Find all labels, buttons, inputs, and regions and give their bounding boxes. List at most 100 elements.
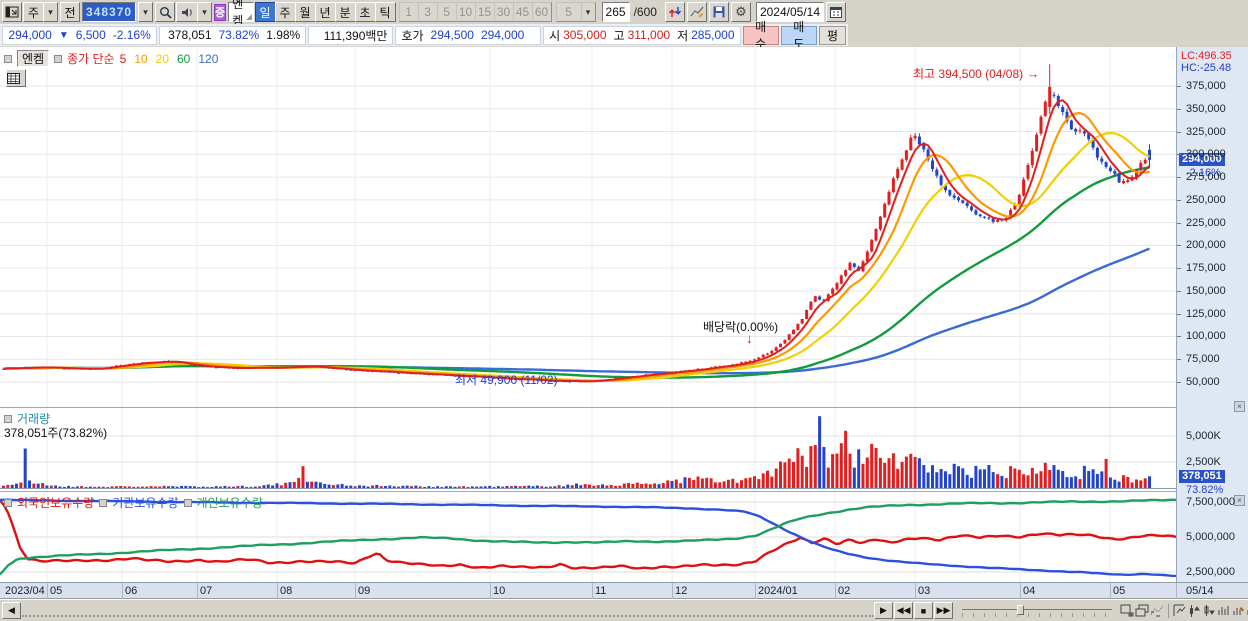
period-tabs: 일주월년분초틱	[254, 2, 396, 22]
minute-button-60[interactable]: 60	[531, 2, 552, 22]
price-axis-label: 375,000	[1186, 80, 1226, 92]
speaker-icon[interactable]	[176, 2, 199, 22]
replay-speed-slider[interactable]	[962, 603, 1112, 619]
settings-gear-icon[interactable]: ⚙	[730, 2, 751, 22]
axis-tick	[1177, 154, 1181, 156]
x-axis-tick	[277, 583, 278, 600]
data-table-icon[interactable]	[6, 69, 26, 87]
candle-down-icon[interactable]	[1202, 602, 1216, 619]
chart-scrollbar[interactable]	[22, 605, 874, 617]
price-change-pct: -2.16%	[112, 28, 151, 42]
ma-legend-60: 60	[177, 51, 191, 66]
x-axis-label: 02	[838, 585, 851, 597]
annotate-bars-icon[interactable]	[1232, 602, 1246, 619]
crosshair-icon[interactable]	[1172, 602, 1186, 619]
x-axis-label: 11	[595, 585, 607, 597]
period-tab-일[interactable]: 일	[254, 2, 276, 22]
legend-stock-name[interactable]: 엔켐	[17, 50, 50, 67]
play-icon[interactable]: ▶	[874, 602, 893, 619]
volume-badge-pct: 73.82%	[1186, 484, 1224, 496]
low-label: 저	[677, 28, 689, 43]
stock-type-button[interactable]: 주	[23, 2, 44, 22]
holdings-legend-label: 기관보유수량	[112, 496, 179, 510]
updown-arrows-icon[interactable]	[664, 2, 685, 22]
stop-icon[interactable]: ■	[914, 602, 933, 619]
axis-tick	[1177, 108, 1181, 110]
volume-pane[interactable]	[0, 408, 1176, 492]
open-label: 시	[549, 28, 561, 43]
period-tab-초[interactable]: 초	[354, 2, 376, 22]
x-axis-tick	[1020, 583, 1021, 600]
x-axis-label: 03	[918, 585, 931, 597]
axis-tick	[1177, 290, 1181, 292]
x-axis-label: 08	[280, 585, 293, 597]
price-axis-label: 250,000	[1186, 193, 1226, 206]
legend-toggle-icon[interactable]	[4, 54, 12, 63]
period-tab-분[interactable]: 분	[334, 2, 356, 22]
minute-button-10[interactable]: 10	[455, 2, 476, 22]
close-pane-icon[interactable]: ×	[1234, 401, 1245, 412]
close-pane-icon[interactable]: ×	[1234, 495, 1245, 506]
period-tab-주[interactable]: 주	[274, 2, 296, 22]
right-arrow-icon: →	[560, 372, 574, 387]
holdings-axis-label: 2,500,000	[1186, 566, 1235, 578]
code-dropdown-icon[interactable]: ▾	[138, 2, 154, 22]
chart-window-icon[interactable]	[2, 2, 22, 22]
ohlc-segment: 시 305,000 고 311,000 저 285,000	[543, 25, 741, 45]
scroll-left-icon[interactable]: ◀	[2, 602, 21, 619]
minute-button-30[interactable]: 30	[493, 2, 514, 22]
ma-legend-20: 20	[155, 51, 169, 66]
prev-stock-button[interactable]: 전	[60, 2, 80, 22]
ma-legend-5: 5	[119, 51, 127, 66]
minute-select[interactable]: 5	[555, 2, 582, 22]
save-icon[interactable]	[708, 2, 729, 22]
period-tab-틱[interactable]: 틱	[374, 2, 396, 22]
period-tab-월[interactable]: 월	[294, 2, 316, 22]
legend-toggle-icon[interactable]	[99, 498, 108, 507]
speaker-dropdown-icon[interactable]: ▾	[197, 2, 213, 22]
minute-button-45[interactable]: 45	[512, 2, 533, 22]
minute-button-3[interactable]: 3	[417, 2, 438, 22]
legend-toggle-icon[interactable]	[4, 414, 12, 423]
price-pane[interactable]	[0, 47, 1176, 408]
trendline-icon[interactable]	[686, 2, 707, 22]
candle-up-icon[interactable]	[1187, 602, 1201, 619]
search-icon[interactable]	[155, 2, 176, 22]
new-window-icon[interactable]	[1120, 602, 1134, 619]
legend-toggle-icon[interactable]	[4, 498, 12, 507]
rewind-icon[interactable]: ◀◀	[894, 602, 913, 619]
calendar-icon[interactable]	[826, 2, 846, 22]
legend-toggle-icon[interactable]	[54, 54, 63, 63]
overlay-chart-icon[interactable]	[1150, 602, 1164, 619]
period-tab-년[interactable]: 년	[314, 2, 336, 22]
x-axis-tick	[755, 583, 756, 600]
hoga-label: 호가	[401, 28, 424, 43]
minute-button-1[interactable]: 1	[398, 2, 419, 22]
bar-count-input[interactable]: 265	[601, 2, 630, 22]
compress-bars-icon[interactable]	[1217, 602, 1231, 619]
avg-button[interactable]: 평	[818, 25, 846, 45]
ma-legend-10: 10	[134, 51, 148, 66]
price-axis-label: 300,000	[1186, 148, 1226, 161]
bid-price: 294,000	[480, 28, 525, 42]
ma-legend-items: 5 10 20 60 120	[120, 52, 219, 66]
minute-button-15[interactable]: 15	[474, 2, 495, 22]
minute-select-arrow-icon[interactable]: ▾	[580, 2, 596, 22]
stock-type-dropdown-icon[interactable]: ▾	[43, 2, 58, 22]
fast-forward-icon[interactable]: ▶▶	[934, 602, 953, 619]
right-axis-column: LC:496.35 HC:-25.48 294,000 -2.16% 378,0…	[1176, 47, 1248, 582]
slider-handle[interactable]	[1017, 604, 1024, 615]
x-axis-label: 07	[200, 585, 213, 597]
resize-corner-icon	[245, 14, 252, 20]
sell-button[interactable]: 매도	[780, 20, 817, 51]
legend-toggle-icon[interactable]	[183, 498, 192, 507]
buy-button[interactable]: 매수	[742, 20, 779, 51]
stock-name-field[interactable]: 엔켐	[228, 0, 254, 28]
cascade-windows-icon[interactable]	[1135, 602, 1149, 619]
pane-separator	[0, 407, 1248, 408]
minute-button-5[interactable]: 5	[436, 2, 457, 22]
date-value: 2024/05/14	[759, 5, 820, 19]
stock-code-input[interactable]: 348370	[82, 2, 137, 22]
x-axis-tick	[672, 583, 673, 600]
x-axis-tick	[1176, 583, 1177, 600]
